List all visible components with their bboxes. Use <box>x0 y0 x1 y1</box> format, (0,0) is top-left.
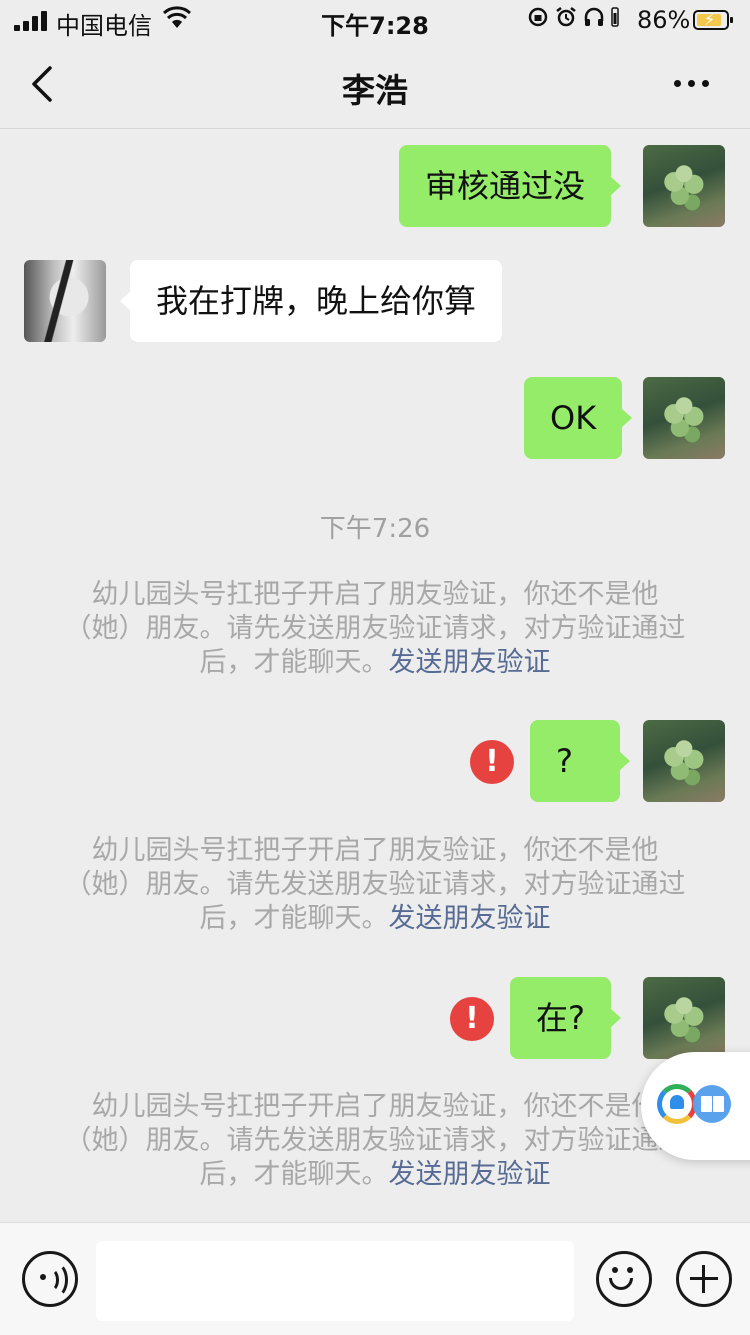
message-bubble-outgoing[interactable]: ? <box>530 720 630 802</box>
message-bubble-incoming[interactable]: 我在打牌，晚上给你算 <box>119 260 503 342</box>
emoji-icon[interactable] <box>596 1251 652 1307</box>
alarm-icon <box>556 7 576 27</box>
chat-title: 李浩 <box>342 71 408 110</box>
notice-text: 幼儿园头号扛把子开启了朋友验证，你还不是他（她）朋友。请先发送朋友验证请求，对方… <box>64 1091 686 1190</box>
my-avatar[interactable] <box>643 720 725 802</box>
battery-icon: ⚡ <box>693 10 733 30</box>
orientation-lock-icon <box>528 7 548 27</box>
status-bar: 中国电信 下午7:28 86% ⚡ <box>0 0 750 40</box>
notice-text: 幼儿园头号扛把子开启了朋友验证，你还不是他（她）朋友。请先发送朋友验证请求，对方… <box>64 835 686 934</box>
notification-ring-icon[interactable] <box>657 1084 697 1124</box>
send-verification-link[interactable]: 发送朋友验证 <box>389 903 551 934</box>
my-avatar[interactable] <box>643 377 725 459</box>
my-avatar[interactable] <box>643 977 725 1059</box>
send-verification-link[interactable]: 发送朋友验证 <box>389 647 551 678</box>
headphones-icon <box>584 7 604 26</box>
chat-input-bar <box>0 1222 750 1335</box>
friend-verification-notice: 幼儿园头号扛把子开启了朋友验证，你还不是他（她）朋友。请先发送朋友验证请求，对方… <box>58 1090 692 1192</box>
contact-avatar[interactable] <box>24 260 106 342</box>
notice-text: 幼儿园头号扛把子开启了朋友验证，你还不是他（她）朋友。请先发送朋友验证请求，对方… <box>64 579 686 678</box>
message-bubble-outgoing[interactable]: OK <box>524 377 633 459</box>
send-verification-link[interactable]: 发送朋友验证 <box>389 1159 551 1190</box>
plus-icon[interactable] <box>676 1251 732 1307</box>
battery-small-icon <box>611 7 619 27</box>
message-bubble-outgoing[interactable]: 审核通过没 <box>399 145 622 227</box>
friend-verification-notice: 幼儿园头号扛把子开启了朋友验证，你还不是他（她）朋友。请先发送朋友验证请求，对方… <box>58 834 692 936</box>
message-timestamp: 下午7:26 <box>319 514 431 544</box>
status-icons <box>527 6 619 28</box>
my-avatar[interactable] <box>643 145 725 227</box>
message-input[interactable] <box>96 1241 574 1321</box>
charging-bolt-icon: ⚡ <box>704 10 716 29</box>
voice-icon[interactable] <box>22 1251 78 1307</box>
battery-percent: 86% <box>637 6 691 34</box>
more-icon[interactable] <box>674 80 709 87</box>
reader-book-icon[interactable] <box>693 1085 731 1123</box>
message-bubble-outgoing[interactable]: 在? <box>510 977 621 1059</box>
friend-verification-notice: 幼儿园头号扛把子开启了朋友验证，你还不是他（她）朋友。请先发送朋友验证请求，对方… <box>58 578 692 680</box>
send-failed-icon[interactable]: ! <box>450 997 494 1041</box>
floating-assistant-widget[interactable] <box>641 1052 750 1160</box>
send-failed-icon[interactable]: ! <box>470 740 514 784</box>
nav-bar: 李浩 <box>0 40 750 129</box>
